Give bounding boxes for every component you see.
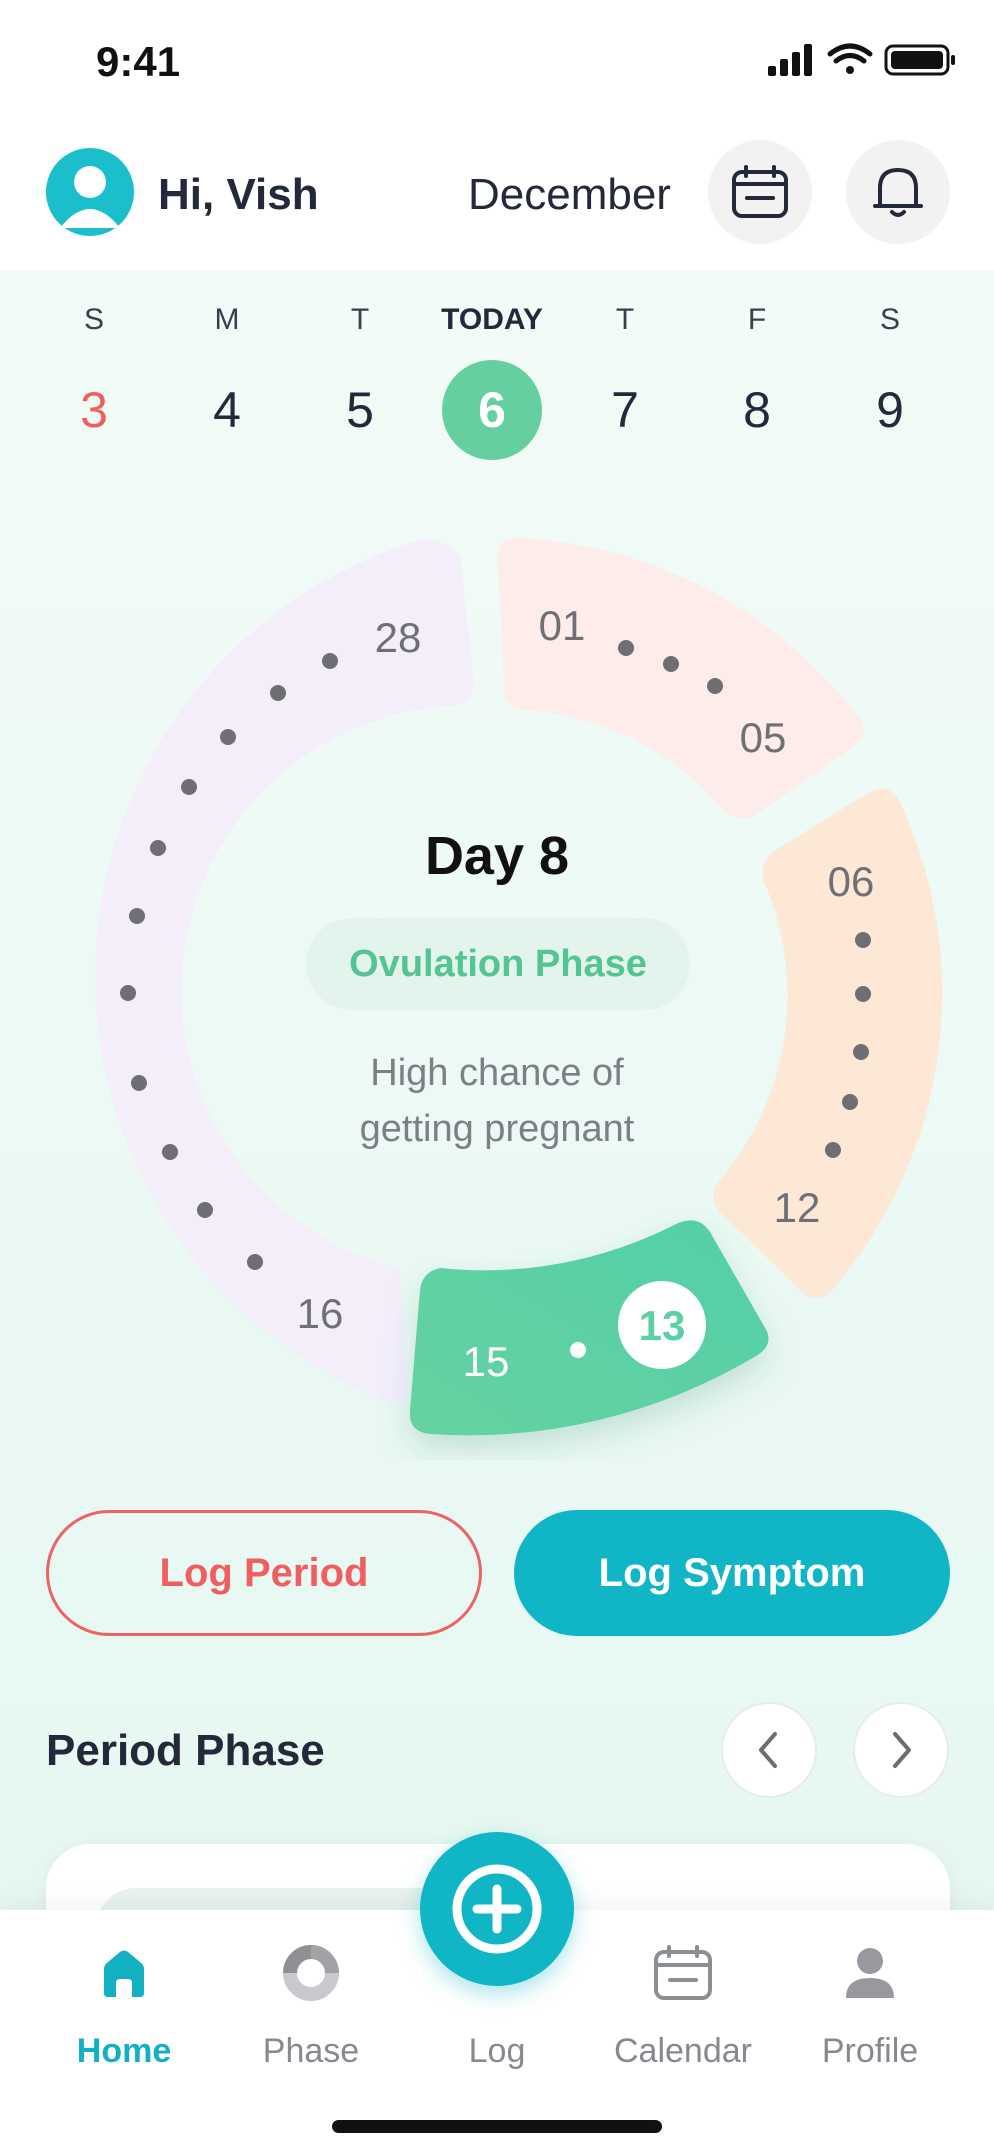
day-letter: M [214, 303, 240, 336]
current-day-label: 13 [639, 1302, 686, 1349]
day-number: 8 [743, 382, 771, 438]
follicular-end-label: 12 [774, 1184, 821, 1231]
selected-day-number: 6 [442, 360, 542, 460]
signal-icon [768, 44, 812, 76]
period-segment[interactable] [497, 538, 864, 820]
period-end-label: 05 [740, 714, 787, 761]
ovulation-end-label: 15 [463, 1338, 510, 1385]
phase-badge: Ovulation Phase [306, 918, 690, 1010]
calendar-icon [654, 1945, 712, 2000]
day-mon[interactable]: M 4 [172, 300, 282, 460]
add-log-button[interactable] [420, 1832, 574, 1986]
day-thu[interactable]: T 7 [570, 300, 680, 460]
phase-description-line2: getting pregnant [359, 1108, 635, 1150]
next-phase-button[interactable] [853, 1702, 949, 1798]
wifi-icon [827, 43, 873, 74]
day-fri[interactable]: F 8 [702, 300, 812, 460]
day-today[interactable]: TODAY 6 [437, 300, 547, 460]
tab-log-label: Log [468, 2032, 526, 2070]
phase-icon [283, 1945, 339, 2001]
ovulation-segment[interactable] [409, 1220, 769, 1436]
luteal-start-label: 16 [297, 1290, 344, 1337]
chevron-right-icon [893, 1732, 911, 1768]
profile-icon [846, 1948, 894, 1998]
day-letter: F [747, 303, 767, 336]
period-start-label: 01 [539, 602, 586, 649]
status-time: 9:41 [96, 38, 181, 85]
tab-phase[interactable]: Phase [221, 1940, 401, 2071]
day-tue[interactable]: T 5 [305, 300, 415, 460]
calendar-button[interactable] [708, 140, 812, 244]
day-letter: S [83, 303, 104, 336]
today-label: TODAY [441, 303, 543, 336]
tab-phase-label: Phase [262, 2032, 360, 2070]
home-icon [104, 1950, 144, 1997]
day-sun[interactable]: S 3 [39, 300, 149, 460]
home-indicator [332, 2120, 662, 2133]
day-number: 3 [80, 382, 108, 438]
previous-phase-button[interactable] [721, 1702, 817, 1798]
tab-home-label: Home [76, 2032, 172, 2070]
notifications-button[interactable] [846, 140, 950, 244]
tab-calendar-label: Calendar [614, 2032, 752, 2070]
day-letter: S [879, 303, 900, 336]
phase-description-line1: High chance of [370, 1052, 624, 1094]
tab-profile-label: Profile [821, 2032, 919, 2070]
user-icon [60, 166, 120, 228]
day-number: 4 [213, 382, 241, 438]
status-icons [768, 43, 955, 76]
luteal-end-label: 28 [375, 614, 422, 661]
log-period-button[interactable]: Log Period [46, 1510, 482, 1636]
day-letter: T [615, 303, 635, 336]
month-label[interactable]: December [468, 170, 671, 220]
tab-profile[interactable]: Profile [780, 1940, 960, 2071]
tab-home[interactable]: Home [34, 1940, 214, 2071]
greeting: Hi, Vish [158, 170, 319, 219]
calendar-icon [732, 165, 788, 218]
ovulation-day-dot [570, 1342, 586, 1358]
day-number: 9 [876, 382, 904, 438]
day-number: 7 [611, 382, 639, 438]
avatar[interactable] [46, 148, 134, 236]
section-title: Period Phase [46, 1726, 325, 1775]
day-sat[interactable]: S 9 [835, 300, 945, 460]
bell-icon [873, 168, 923, 217]
day-letter: T [350, 303, 370, 336]
chevron-left-icon [759, 1732, 777, 1768]
tab-calendar[interactable]: Calendar [593, 1940, 773, 2071]
cycle-day-title: Day 8 [424, 826, 570, 886]
battery-icon [884, 44, 955, 76]
plus-circle-icon [452, 1864, 542, 1954]
day-number: 5 [346, 382, 374, 438]
log-symptom-button[interactable]: Log Symptom [514, 1510, 950, 1636]
